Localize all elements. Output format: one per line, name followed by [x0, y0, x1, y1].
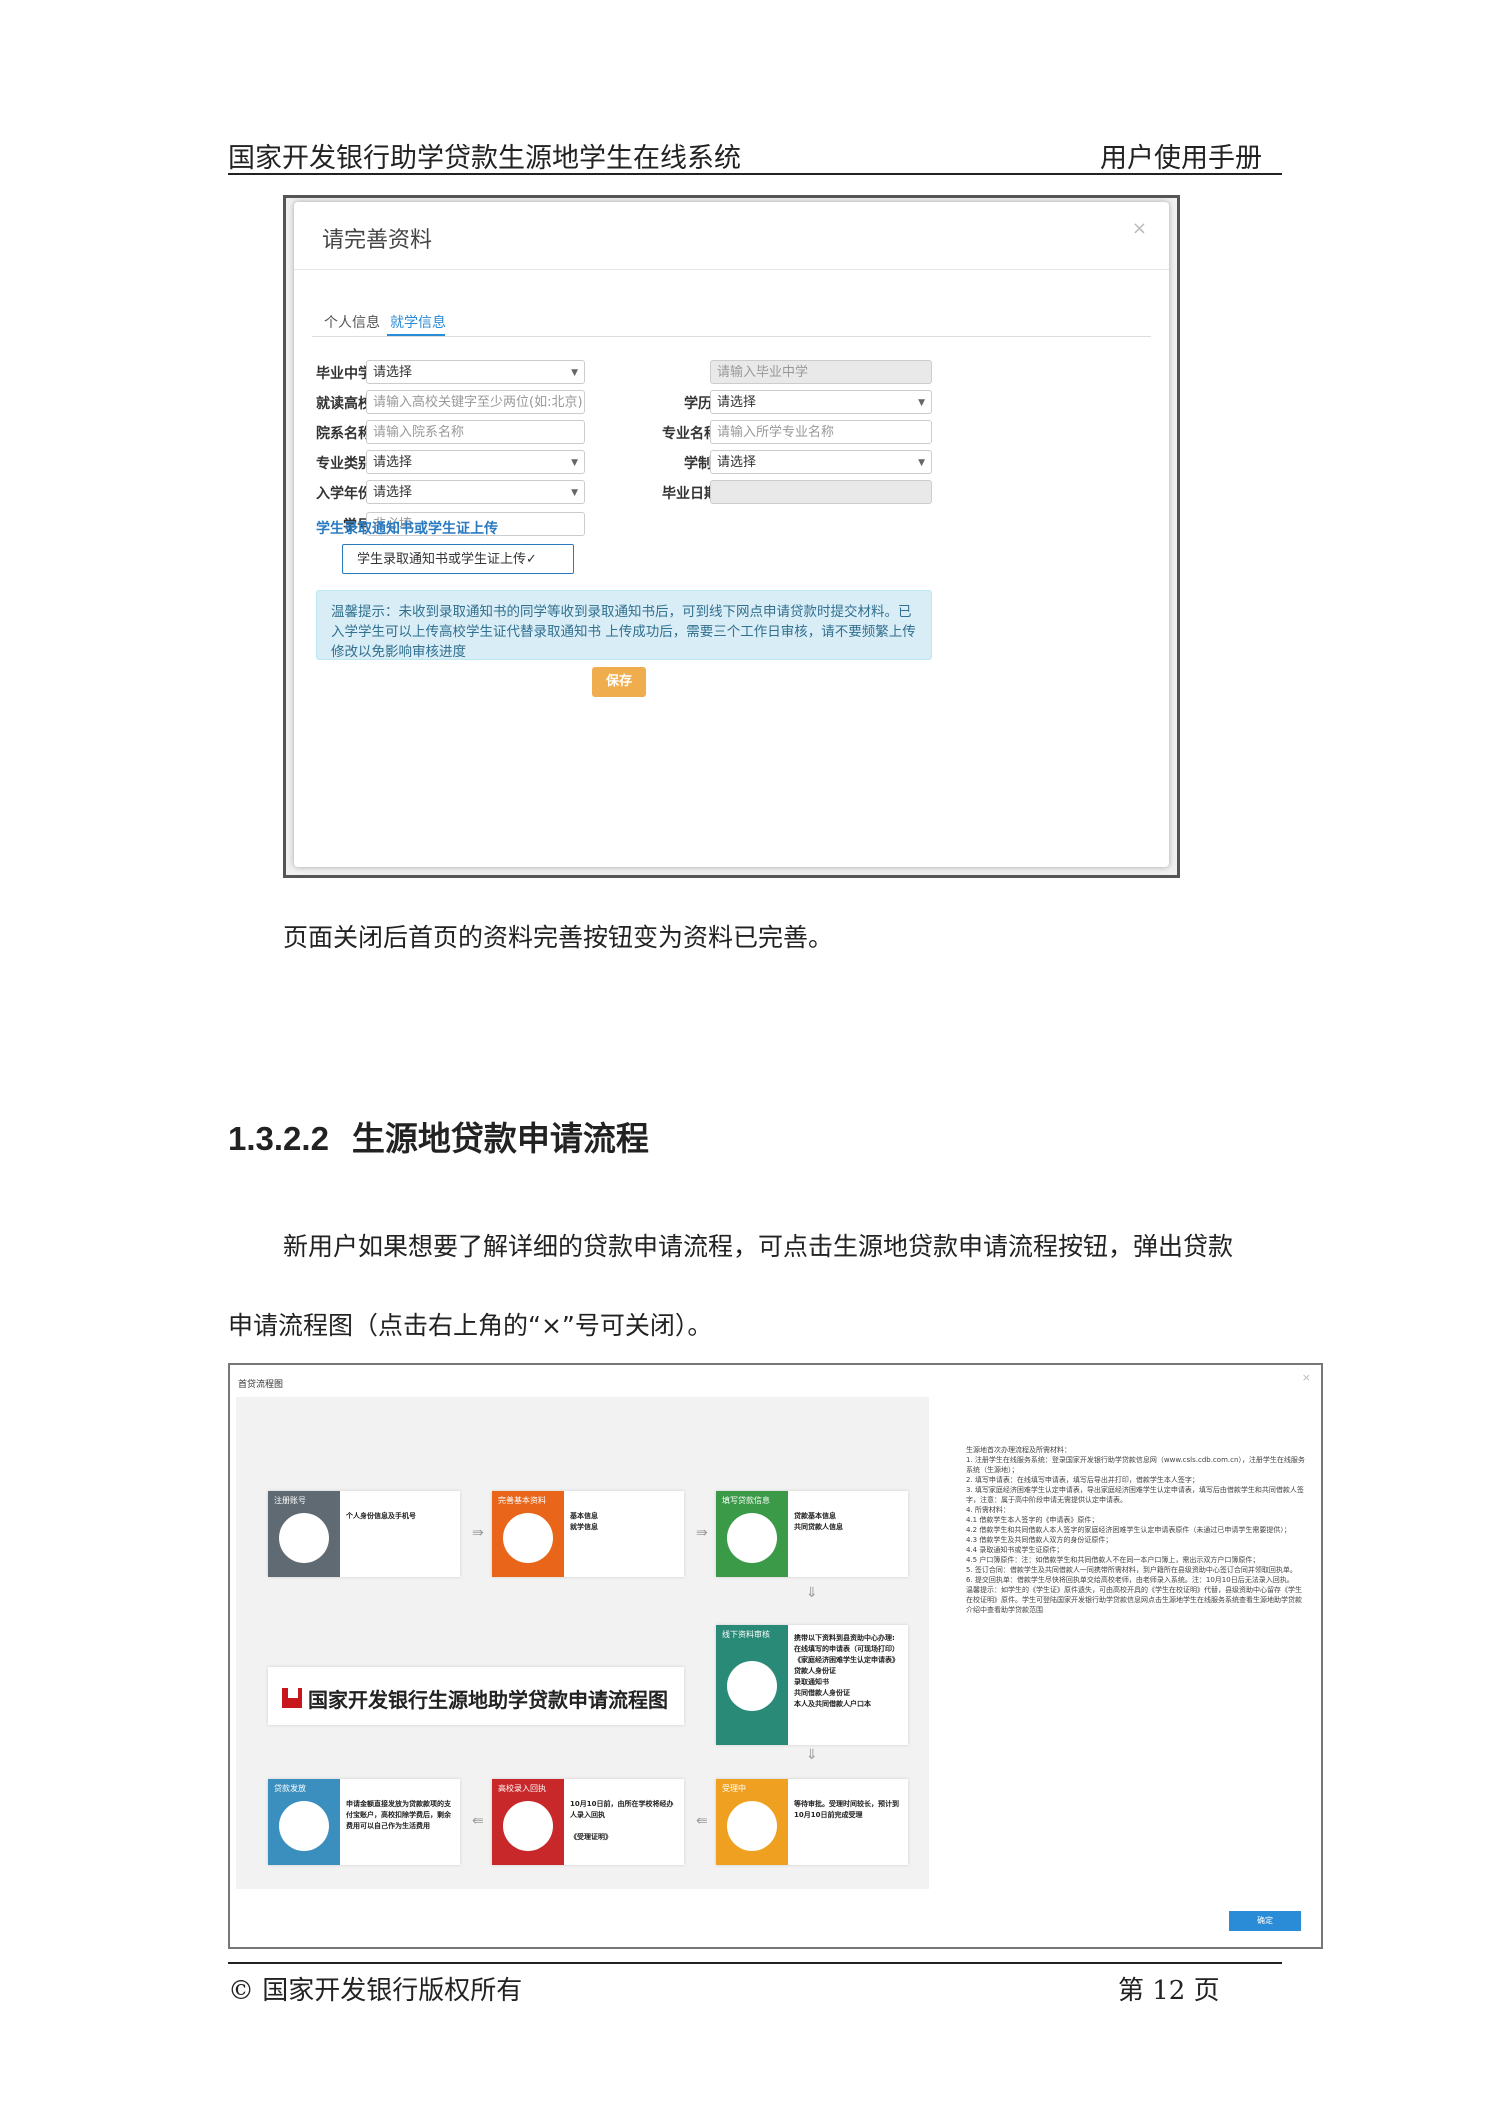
major-input[interactable]: 请输入所学专业名称	[710, 420, 932, 444]
chevron-down-icon: ▼	[918, 458, 925, 468]
section-heading: 1.3.2.2 生源地贷款申请流程	[228, 1112, 649, 1160]
chevron-down-icon: ▼	[571, 488, 578, 498]
modal-header-divider	[294, 269, 1169, 270]
flow-step-receipt: 高校录入回执 10月10日前，由所在学校将经办人录入回执 《受理证明》	[492, 1779, 684, 1865]
chevron-down-icon: ▼	[918, 398, 925, 408]
tie-icon: 注册账号	[268, 1491, 340, 1577]
education-select[interactable]: 请选择 ▼	[710, 390, 932, 414]
flow-step-loan-info: 填写贷款信息 贷款基本信息 共同贷款人信息	[716, 1491, 908, 1577]
flow-step-offline-review: 线下资料审核 携带以下资料到县资助中心办理: 在线填写的申请表（可现场打印） 《…	[716, 1625, 908, 1745]
major-type-select[interactable]: 请选择 ▼	[366, 450, 585, 474]
close-icon[interactable]: ×	[1302, 1371, 1311, 1384]
paragraph-flow-intro-1: 新用户如果想要了解详细的贷款申请流程，可点击生源地贷款申请流程按钮，弹出贷款	[283, 1232, 1234, 1261]
toggle-icon: 受理中	[716, 1779, 788, 1865]
section-title: 生源地贷款申请流程	[351, 1119, 649, 1158]
tab-study-info[interactable]: 就学信息	[390, 312, 446, 332]
card-icon: 贷款发放	[268, 1779, 340, 1865]
stamp-icon: 线下资料审核	[716, 1625, 788, 1745]
upload-certificate-button[interactable]: 学生录取通知书或学生证上传✓	[342, 544, 574, 574]
flow-instructions-text: 生源地首次办理流程及所需材料： 1. 注册学生在线服务系统：登录国家开发银行助学…	[966, 1446, 1305, 1614]
flow-step-register: 注册账号 个人身份信息及手机号	[268, 1491, 460, 1577]
college-input[interactable]: 请输入高校关键字至少两位(如:北京)	[366, 390, 585, 414]
copyright: © 国家开发银行版权所有	[228, 1976, 523, 2006]
complete-profile-screenshot: 请完善资料 × 个人信息 就学信息 毕业中学* 请选择▼ 就读高校* 请输入高校…	[283, 195, 1180, 878]
close-icon[interactable]: ×	[1132, 218, 1147, 239]
page-header-doc-type: 用户使用手册	[1100, 143, 1262, 174]
flow-step-disbursement: 贷款发放 申请金额直接发放为贷款款项的支付宝账户，高校扣除学费后，剩余费用可以自…	[268, 1779, 460, 1865]
paragraph-after-modal: 页面关闭后首页的资料完善按钮变为资料已完善。	[283, 923, 834, 952]
header-divider	[228, 173, 1282, 175]
chevron-down-icon: ▼	[571, 458, 578, 468]
middle-school-select[interactable]: 请选择 ▼	[366, 360, 585, 384]
page-number: 第 12 页	[1118, 1976, 1220, 2006]
chevron-down-icon: ▼	[571, 368, 578, 378]
complete-profile-modal: 请完善资料 × 个人信息 就学信息 毕业中学* 请选择▼ 就读高校* 请输入高校…	[294, 202, 1169, 867]
modal-title: 请完善资料	[322, 228, 433, 253]
flow-banner: 国家开发银行生源地助学贷款申请流程图	[268, 1667, 684, 1725]
tabs-divider	[312, 336, 1151, 337]
save-button[interactable]: 保存	[592, 667, 646, 697]
active-tab-indicator	[387, 334, 445, 336]
wrench-icon: 完善基本资料	[492, 1491, 564, 1577]
duration-select[interactable]: 请选择 ▼	[710, 450, 932, 474]
arrow-right-icon: ⇛	[472, 1525, 484, 1541]
page-header-title: 国家开发银行助学贷款生源地学生在线系统	[228, 143, 741, 174]
arrow-left-icon: ⇚	[472, 1813, 484, 1829]
middle-school-name-input[interactable]: 请输入毕业中学	[710, 360, 932, 384]
paragraph-flow-intro-2: 申请流程图（点击右上角的“×”号可关闭）。	[228, 1311, 713, 1340]
arrow-down-icon: ⇓	[806, 1747, 818, 1763]
enroll-year-select[interactable]: 请选择 ▼	[366, 480, 585, 504]
flow-window-title: 首贷流程图	[238, 1380, 284, 1390]
warm-tip-alert: 温馨提示：未收到录取通知书的同学等收到录取通知书后，可到线下网点申请贷款时提交材…	[316, 590, 932, 660]
loan-flow-screenshot: 首贷流程图 × 注册账号 个人身份信息及手机号 ⇛ 完善基本资料 基本信息 就学…	[228, 1363, 1323, 1949]
footer-divider	[228, 1962, 1282, 1964]
pencil-icon: 填写贷款信息	[716, 1491, 788, 1577]
section-number: 1.3.2.2	[228, 1120, 329, 1157]
confirm-button[interactable]: 确定	[1229, 1911, 1301, 1931]
upload-section-title: 学生录取通知书或学生证上传	[316, 521, 498, 537]
flow-step-profile: 完善基本资料 基本信息 就学信息	[492, 1491, 684, 1577]
graduate-date-input[interactable]	[710, 480, 932, 504]
arrow-down-icon: ⇓	[806, 1585, 818, 1601]
flow-diagram: 注册账号 个人身份信息及手机号 ⇛ 完善基本资料 基本信息 就学信息 ⇛ 填写贷…	[236, 1397, 929, 1889]
department-input[interactable]: 请输入院系名称	[366, 420, 585, 444]
printer-icon: 高校录入回执	[492, 1779, 564, 1865]
flow-step-accepted: 受理中 等待审批。受理时间较长，预计到10月10日前完成受理	[716, 1779, 908, 1865]
arrow-right-icon: ⇛	[696, 1525, 708, 1541]
arrow-left-icon: ⇚	[696, 1813, 708, 1829]
tab-personal-info[interactable]: 个人信息	[324, 312, 380, 332]
